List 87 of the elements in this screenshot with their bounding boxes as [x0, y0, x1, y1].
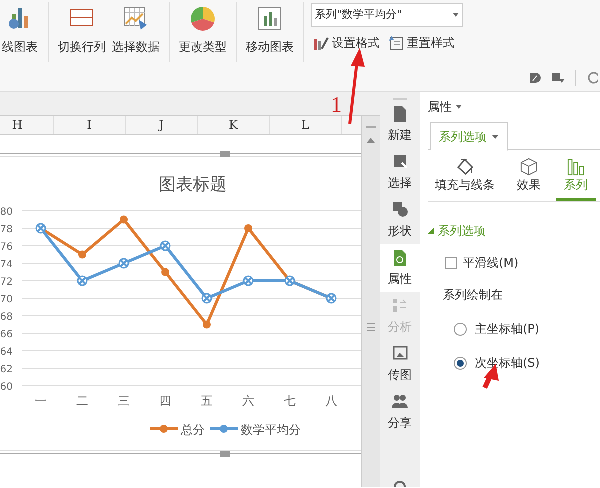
select-icon: [392, 152, 408, 170]
legend-line-icon: [210, 425, 238, 433]
axis-label: 62: [0, 364, 13, 376]
search-icon[interactable]: [393, 481, 407, 487]
scrollbar[interactable]: [361, 116, 380, 487]
triangle-icon: [428, 228, 434, 234]
chart-title: 图表标题: [159, 175, 227, 195]
column-header[interactable]: H: [0, 116, 54, 134]
ribbon-button[interactable]: 移动图表: [243, 0, 297, 56]
analysis-icon: [392, 296, 408, 314]
caret-icon: [492, 134, 499, 138]
axis-label: 68: [0, 312, 13, 323]
axis-label: 60: [0, 382, 13, 393]
axis-label: 66: [0, 330, 13, 340]
column-header[interactable]: K: [198, 116, 270, 134]
panel-title-menu[interactable]: 属性: [428, 98, 462, 116]
grip-icon[interactable]: [367, 323, 375, 332]
axis-label: 六: [242, 394, 254, 408]
series-dropdown[interactable]: 系列"数学平均分": [311, 3, 463, 27]
checkbox[interactable]: [445, 257, 457, 269]
column-header[interactable]: L: [270, 116, 342, 134]
resize-handle: [220, 151, 230, 157]
ribbon-button[interactable]: 线图表: [0, 0, 42, 56]
point: [244, 224, 252, 232]
axis-label: 三: [118, 394, 130, 408]
point: [203, 320, 211, 329]
legend-label: 数学平均分: [241, 423, 301, 437]
image-icon: [392, 344, 408, 362]
axis-label: 76: [0, 242, 13, 253]
scroll-up-icon[interactable]: [367, 138, 375, 143]
axis-label: 64: [0, 347, 13, 358]
axis-label: 80: [0, 207, 13, 218]
axis-label: 二: [76, 394, 88, 408]
chart-move-icon: [257, 6, 283, 32]
panel-icon-tab[interactable]: 系列: [556, 158, 596, 201]
shapes-icon: [392, 200, 408, 218]
axis-radio[interactable]: 主坐标轴(P): [454, 320, 540, 338]
fill-bucket-icon: [455, 158, 475, 176]
document-icon: [392, 104, 408, 122]
panel-icon-tab[interactable]: 填充与线条: [428, 158, 502, 201]
panel-icon-tab[interactable]: 效果: [502, 158, 556, 201]
axis-label: 70: [0, 294, 13, 306]
column-header[interactable]: I: [54, 116, 126, 134]
reset-style-icon: [388, 35, 404, 51]
side-tab[interactable]: 传图: [380, 340, 420, 388]
folder-caret-icon[interactable]: [551, 72, 565, 84]
caret-icon: [456, 105, 462, 109]
side-tab[interactable]: 属性: [380, 244, 420, 292]
legend-line-icon: [150, 425, 178, 433]
data-grid-icon: [123, 6, 149, 32]
side-tab[interactable]: 形状: [380, 196, 420, 244]
toolbar-button[interactable]: 重置样式: [386, 32, 457, 54]
radio-button[interactable]: [454, 322, 467, 336]
axis-label: 74: [0, 260, 13, 270]
axis-label: 八: [326, 394, 338, 408]
ribbon-button[interactable]: 选择数据: [109, 0, 163, 56]
side-tab[interactable]: 选择: [380, 148, 420, 196]
axis-label: 五: [201, 394, 213, 408]
toolbar-button[interactable]: 设置格式: [311, 32, 382, 54]
axis-label: 72: [0, 277, 13, 288]
axis-label: 七: [284, 394, 296, 408]
radio-button[interactable]: [454, 356, 467, 370]
resize-handle: [220, 451, 230, 457]
pie-chart-icon: [190, 6, 216, 32]
search-icon[interactable]: [586, 71, 598, 85]
people-icon: [392, 392, 408, 410]
point: [162, 268, 170, 276]
brush-icon: [313, 35, 329, 51]
smooth-line-checkbox[interactable]: 平滑线(M): [445, 254, 519, 272]
axis-label: 78: [0, 224, 13, 236]
ribbon-button[interactable]: 更改类型: [176, 0, 230, 56]
point: [78, 250, 86, 259]
legend-label: 总分: [181, 423, 205, 437]
ribbon-button[interactable]: 切换行列: [55, 0, 109, 56]
field-label: 系列绘制在: [443, 287, 504, 304]
point: [120, 216, 128, 224]
side-tab[interactable]: 新建: [380, 100, 420, 148]
caret-icon: [453, 13, 459, 17]
axis-radio[interactable]: 次坐标轴(S): [454, 354, 540, 372]
side-tab[interactable]: 分享: [380, 388, 420, 436]
properties-icon: [392, 248, 408, 266]
axis-label: 四: [160, 394, 172, 408]
axis-label: 一: [35, 394, 47, 408]
column-header[interactable]: J: [126, 116, 198, 134]
bar-series-icon: [567, 158, 585, 176]
annotation-number: 1: [331, 92, 342, 117]
cube-icon: [520, 158, 538, 176]
